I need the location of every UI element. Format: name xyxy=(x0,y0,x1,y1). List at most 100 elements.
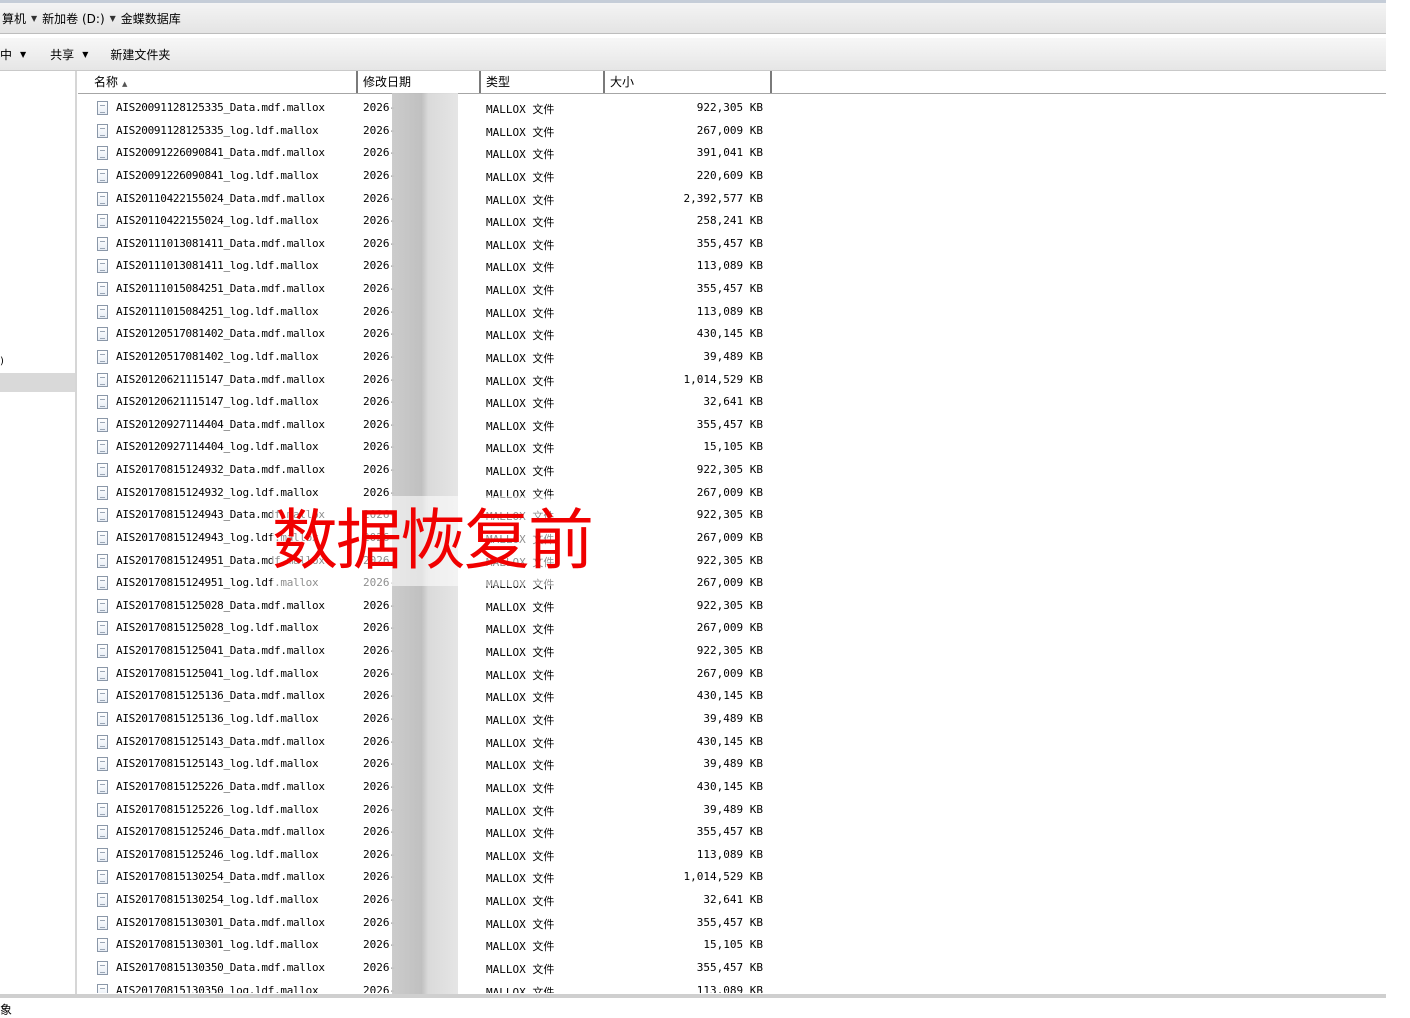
file-type: MALLOX 文件 xyxy=(486,284,555,298)
file-icon xyxy=(97,802,108,817)
file-type: MALLOX 文件 xyxy=(486,170,555,184)
file-size: 430,145 KB xyxy=(696,779,763,793)
file-icon xyxy=(97,530,108,545)
file-icon xyxy=(97,734,108,749)
file-icon xyxy=(97,463,108,478)
breadcrumb-separator-icon[interactable]: ▼ xyxy=(28,14,40,23)
file-icon xyxy=(97,236,108,251)
file-icon xyxy=(97,485,108,500)
file-type: MALLOX 文件 xyxy=(486,714,555,727)
file-name: AIS20170815125226_Data.mdf.mallox xyxy=(116,779,325,793)
file-type: MALLOX 文件 xyxy=(486,397,555,411)
file-name: AIS20170815125246_log.ldf.mallox xyxy=(116,847,319,861)
file-size: 922,305 KB xyxy=(696,598,763,612)
file-name: AIS20170815130254_log.ldf.mallox xyxy=(116,893,319,907)
file-size: 430,145 KB xyxy=(696,327,763,341)
file-name: AIS20091226090841_log.ldf.mallox xyxy=(116,168,319,182)
file-icon xyxy=(97,915,108,930)
file-name: AIS20170815125143_log.ldf.mallox xyxy=(116,757,319,771)
file-size: 922,305 KB xyxy=(696,644,763,658)
column-header-name[interactable]: 名称 ▲ xyxy=(78,71,358,93)
file-name: AIS20170815130254_Data.mdf.mallox xyxy=(116,870,325,884)
file-type: MALLOX 文件 xyxy=(486,849,555,863)
file-type: MALLOX 文件 xyxy=(486,917,555,931)
file-icon xyxy=(97,598,108,613)
column-header-size[interactable]: 大小 xyxy=(605,71,772,93)
address-bar[interactable]: 算机 ▼ 新加卷 (D:) ▼ 金蝶数据库 xyxy=(0,3,1386,34)
file-icon xyxy=(97,666,108,681)
breadcrumb-drive[interactable]: 新加卷 (D:) xyxy=(40,10,106,27)
file-icon xyxy=(97,779,108,794)
file-size: 267,009 KB xyxy=(696,123,763,137)
file-type: MALLOX 文件 xyxy=(486,781,555,795)
file-type: MALLOX 文件 xyxy=(486,148,555,162)
file-size: 267,009 KB xyxy=(696,621,763,635)
file-size: 258,241 KB xyxy=(696,214,763,228)
file-type: MALLOX 文件 xyxy=(486,985,555,993)
file-type: MALLOX 文件 xyxy=(486,646,555,660)
new-folder-button[interactable]: 新建文件夹 xyxy=(104,46,176,63)
file-size: 355,457 KB xyxy=(696,282,763,296)
file-icon xyxy=(97,395,108,410)
file-name: AIS20111013081411_Data.mdf.mallox xyxy=(116,236,325,250)
chevron-down-icon: ▼ xyxy=(20,49,27,59)
file-name: AIS20111013081411_log.ldf.mallox xyxy=(116,259,319,273)
file-size: 1,014,529 KB xyxy=(683,372,763,386)
file-type: MALLOX 文件 xyxy=(486,216,555,230)
file-size: 113,089 KB xyxy=(696,847,763,861)
file-name: AIS20170815125028_log.ldf.mallox xyxy=(116,621,319,635)
file-size: 355,457 KB xyxy=(696,960,763,974)
breadcrumb-computer[interactable]: 算机 xyxy=(0,10,28,27)
file-name: AIS20120927114404_log.ldf.mallox xyxy=(116,440,319,454)
file-icon xyxy=(97,689,108,704)
file-icon xyxy=(97,259,108,274)
file-name: AIS20111015084251_log.ldf.mallox xyxy=(116,304,319,318)
file-icon xyxy=(97,168,108,183)
file-size: 355,457 KB xyxy=(696,236,763,250)
file-type: MALLOX 文件 xyxy=(486,238,555,252)
file-icon xyxy=(97,123,108,138)
include-in-library-button[interactable]: 中 ▼ xyxy=(0,46,32,63)
file-name: AIS20170815125226_log.ldf.mallox xyxy=(116,802,319,816)
breadcrumb-separator-icon[interactable]: ▼ xyxy=(107,14,119,23)
file-icon xyxy=(97,893,108,908)
column-header-row: 名称 ▲ 修改日期 类型 大小 xyxy=(78,71,1386,94)
nav-item-fragment[interactable]: ) xyxy=(0,356,4,367)
file-size: 39,489 KB xyxy=(703,349,763,363)
share-button[interactable]: 共享 ▼ xyxy=(44,46,94,63)
file-size: 39,489 KB xyxy=(703,802,763,816)
file-size: 355,457 KB xyxy=(696,915,763,929)
column-header-date[interactable]: 修改日期 xyxy=(358,71,481,93)
file-type: MALLOX 文件 xyxy=(486,419,555,433)
file-type: MALLOX 文件 xyxy=(486,351,555,365)
file-icon xyxy=(97,870,108,885)
nav-item-selected[interactable] xyxy=(0,373,75,392)
file-size: 430,145 KB xyxy=(696,734,763,748)
column-header-type[interactable]: 类型 xyxy=(481,71,605,93)
file-type: MALLOX 文件 xyxy=(486,306,555,320)
file-name: AIS20091128125335_log.ldf.mallox xyxy=(116,123,319,137)
file-name: AIS20111015084251_Data.mdf.mallox xyxy=(116,282,325,296)
file-icon xyxy=(97,847,108,862)
file-type: MALLOX 文件 xyxy=(486,691,555,705)
file-name: AIS20110422155024_Data.mdf.mallox xyxy=(116,191,325,205)
file-type: MALLOX 文件 xyxy=(486,329,555,343)
file-name: AIS20110422155024_log.ldf.mallox xyxy=(116,214,319,228)
file-type: MALLOX 文件 xyxy=(486,600,555,614)
file-name: AIS20091128125335_Data.mdf.mallox xyxy=(116,101,325,114)
file-name: AIS20170815125041_log.ldf.mallox xyxy=(116,666,319,680)
file-size: 39,489 KB xyxy=(703,712,763,725)
file-icon xyxy=(97,417,108,432)
file-icon xyxy=(97,938,108,953)
file-type: MALLOX 文件 xyxy=(486,759,555,773)
file-name: AIS20170815130301_Data.mdf.mallox xyxy=(116,915,325,929)
navigation-pane[interactable]: ) xyxy=(0,71,77,994)
file-size: 2,392,577 KB xyxy=(683,191,763,205)
file-name: AIS20170815125136_Data.mdf.mallox xyxy=(116,689,325,703)
chevron-down-icon: ▼ xyxy=(82,49,89,59)
file-name: AIS20170815124932_Data.mdf.mallox xyxy=(116,463,325,477)
window-right-margin xyxy=(1386,0,1410,1016)
status-bar: 象 xyxy=(0,998,1410,1017)
file-size: 1,014,529 KB xyxy=(683,870,763,884)
breadcrumb-folder[interactable]: 金蝶数据库 xyxy=(119,10,183,27)
